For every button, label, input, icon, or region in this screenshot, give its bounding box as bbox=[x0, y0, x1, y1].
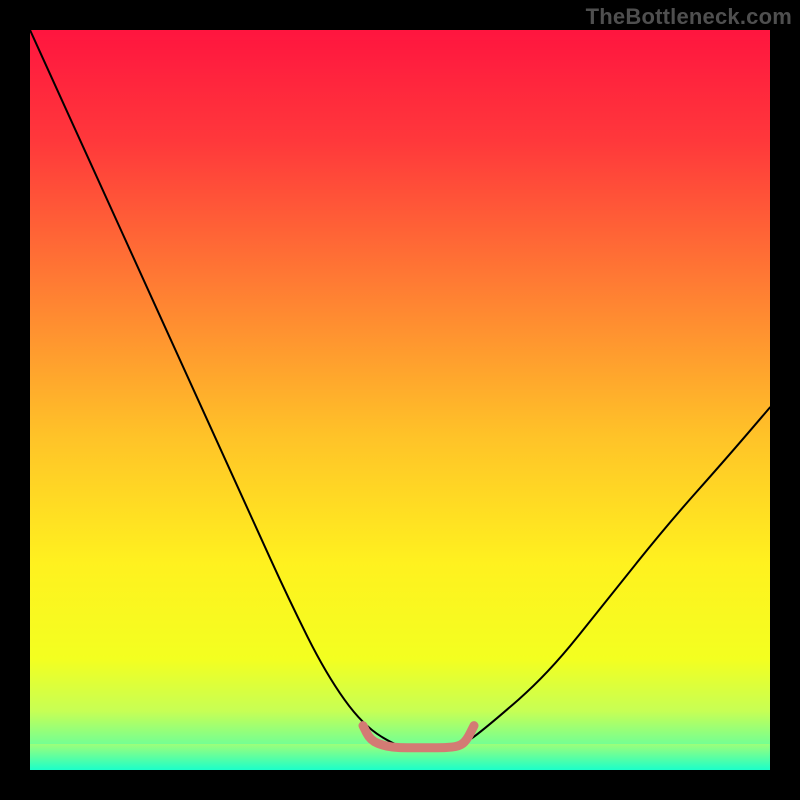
watermark-text: TheBottleneck.com bbox=[586, 4, 792, 30]
chart-frame: TheBottleneck.com bbox=[0, 0, 800, 800]
plot-area bbox=[30, 30, 770, 770]
highlight-bump bbox=[30, 30, 770, 770]
